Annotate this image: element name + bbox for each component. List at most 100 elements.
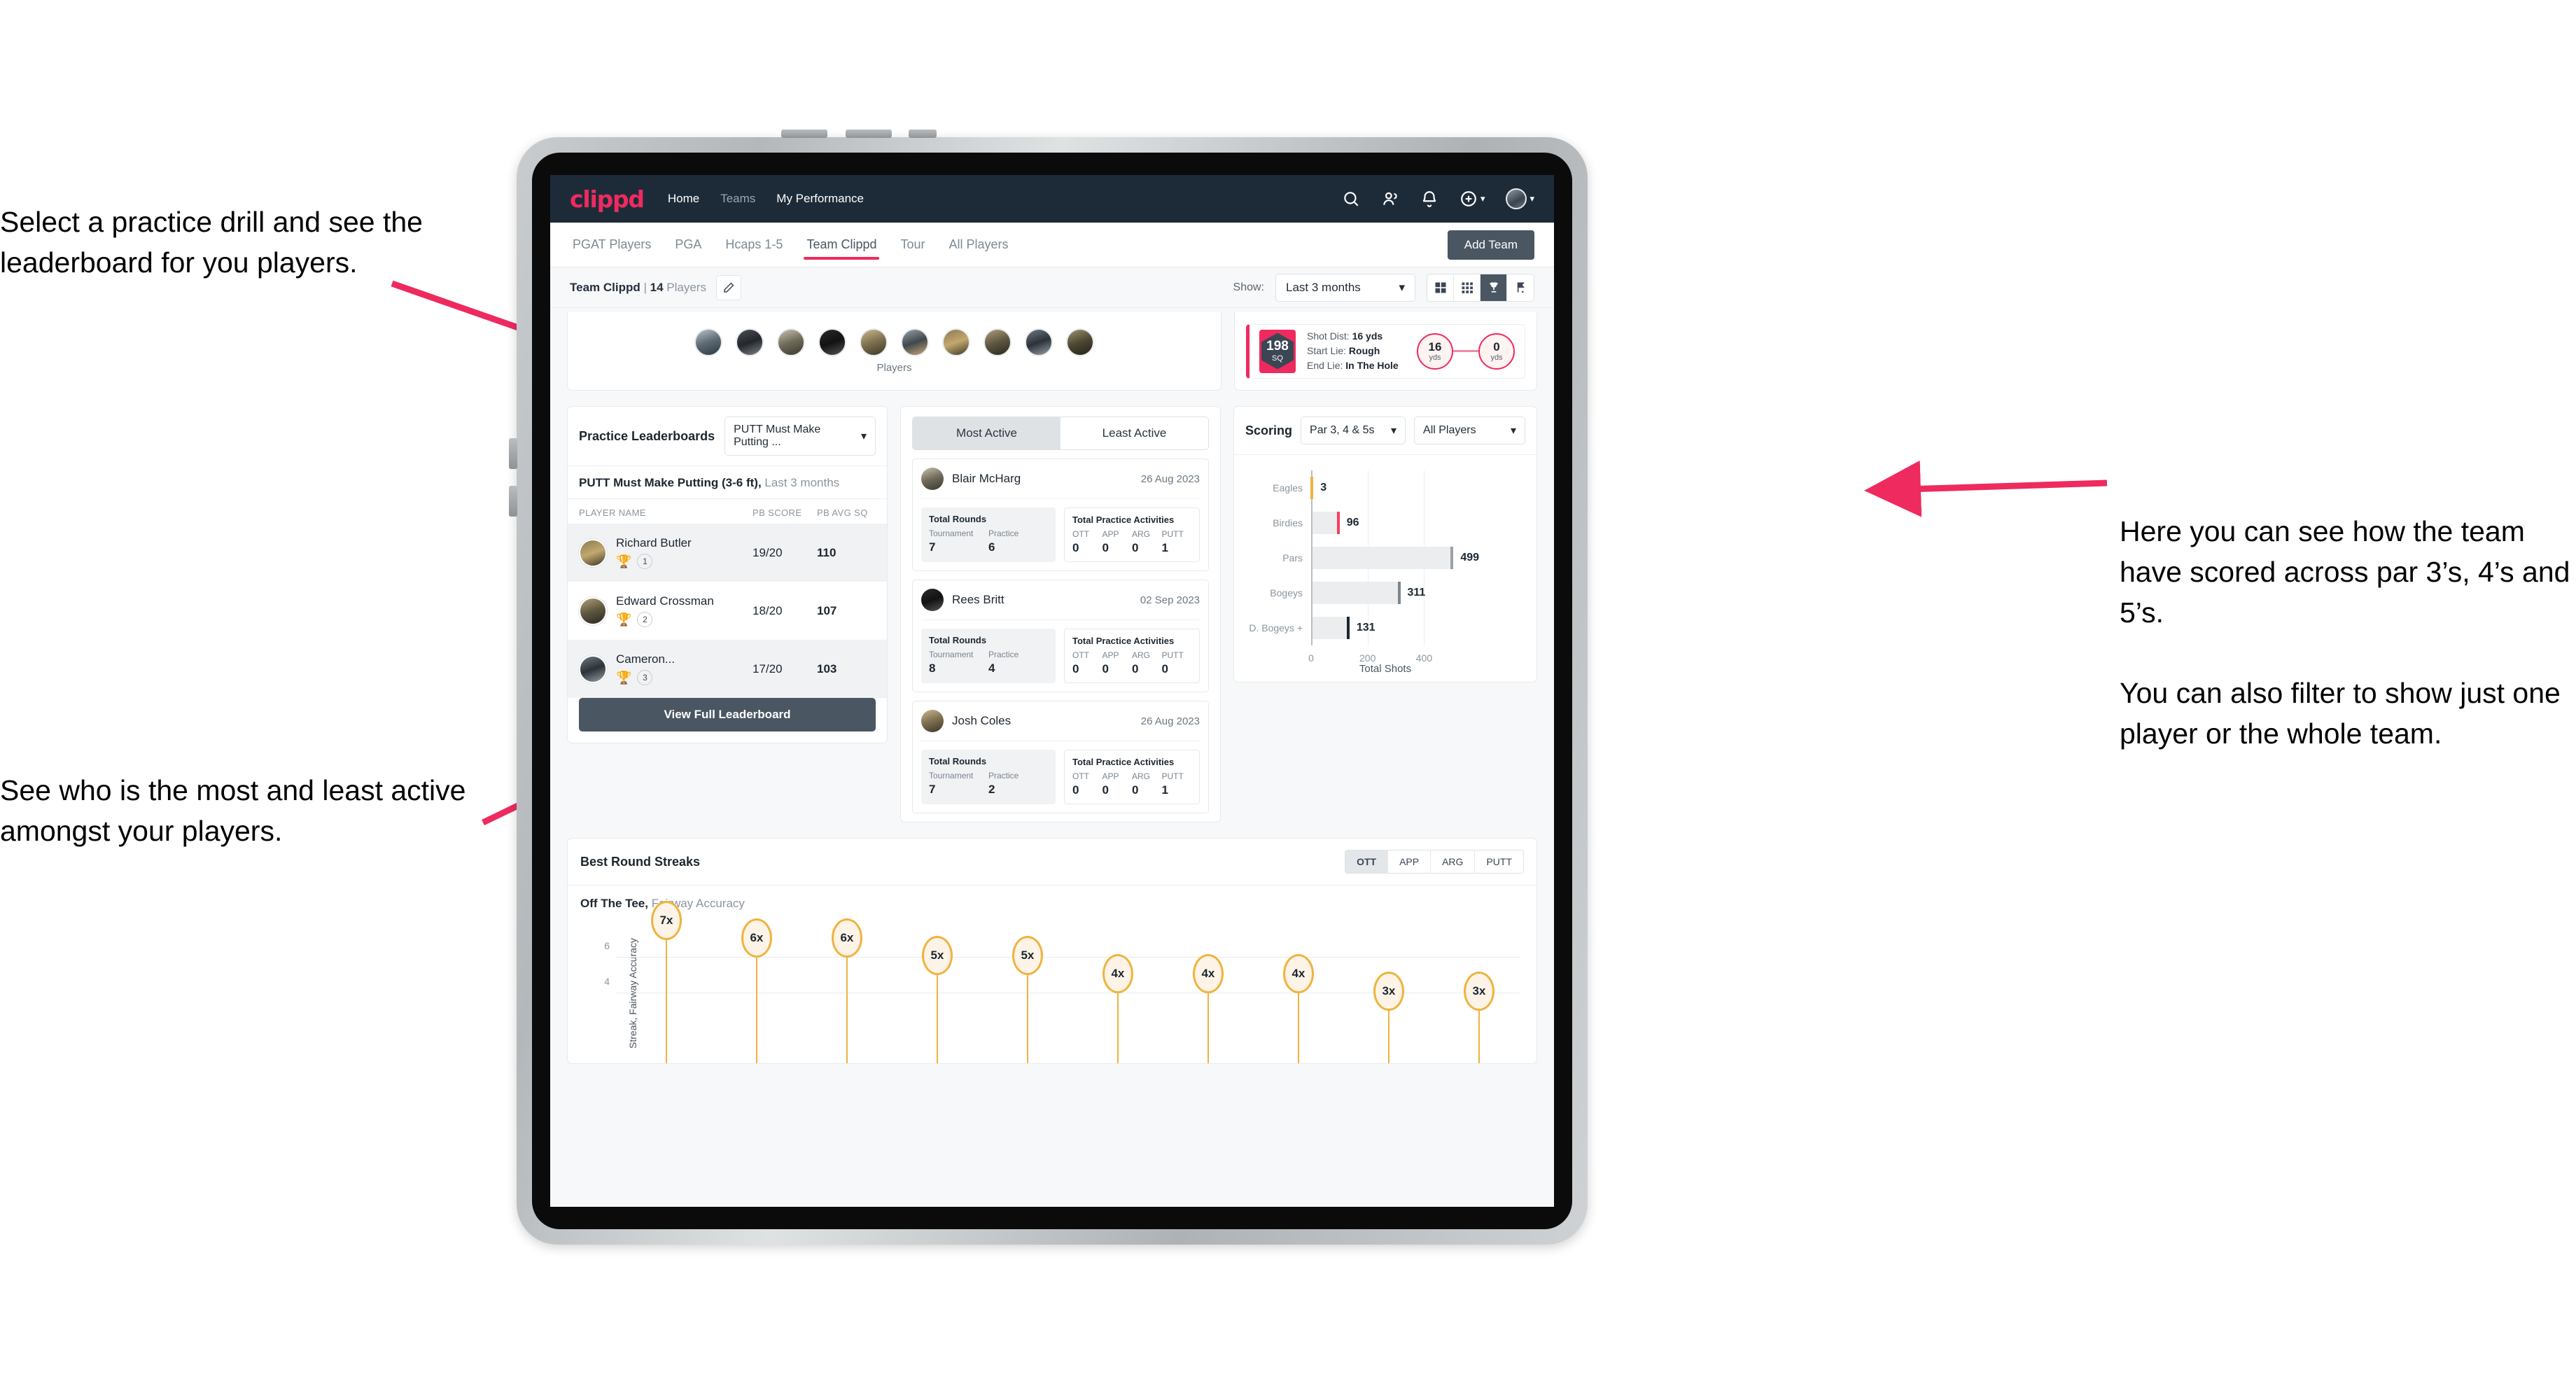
- bar-category-label: Bogeys: [1270, 587, 1303, 598]
- player-avatar: [579, 596, 607, 625]
- add-menu[interactable]: ▾: [1460, 190, 1485, 208]
- player-avatar[interactable]: [901, 328, 929, 356]
- streak-lollipop[interactable]: 6x: [741, 918, 772, 1063]
- activity-arg: ARG 0: [1132, 771, 1162, 797]
- leaderboard-row[interactable]: Richard Butler 🏆 1 19/20 110: [568, 524, 887, 582]
- rank-number: 1: [637, 554, 653, 569]
- end-distance-marker: 0 yds: [1478, 332, 1515, 370]
- tab-least-active[interactable]: Least Active: [1060, 417, 1208, 449]
- leaderboard-row[interactable]: Edward Crossman 🏆 2 18/20 107: [568, 582, 887, 640]
- streak-lollipop[interactable]: 6x: [831, 918, 862, 1063]
- player-avatar[interactable]: [860, 328, 888, 356]
- player-avatar[interactable]: [1066, 328, 1094, 356]
- activity-player-card[interactable]: Josh Coles 26 Aug 2023 Total Rounds Tournam…: [912, 701, 1209, 813]
- player-avatar[interactable]: [1025, 328, 1053, 356]
- device-button-top-3[interactable]: [909, 130, 937, 138]
- nav-link-my-performance[interactable]: My Performance: [776, 192, 864, 206]
- total-rounds-values: Tournament 7 Practice 2: [929, 771, 1048, 797]
- streak-tab-app[interactable]: APP: [1388, 850, 1432, 873]
- device-button-top-1[interactable]: [781, 130, 827, 138]
- scoring-plot-area: 0 200 400 Eagles 3 Birdies 96 Pars 499 Bogeys 311 D…: [1249, 470, 1479, 664]
- search-icon[interactable]: [1342, 190, 1360, 208]
- leaderboard-row[interactable]: Cameron... 🏆 3 17/20 103: [568, 640, 887, 698]
- profile-menu[interactable]: ▾: [1506, 188, 1534, 209]
- tab-tour[interactable]: Tour: [897, 230, 927, 259]
- device-button-top-2[interactable]: [846, 130, 892, 138]
- player-avatar[interactable]: [694, 328, 722, 356]
- leaderboard-drill-name: PUTT Must Make Putting (3-6 ft),: [579, 476, 762, 489]
- view-full-leaderboard-button[interactable]: View Full Leaderboard: [579, 698, 876, 732]
- activity-last-date: 02 Sep 2023: [1140, 594, 1200, 606]
- end-distance-unit: yds: [1490, 353, 1503, 362]
- player-avatar[interactable]: [983, 328, 1011, 356]
- total-rounds-title: Total Rounds: [929, 756, 987, 766]
- player-avatar[interactable]: [777, 328, 805, 356]
- rounds-practice-key: Practice: [988, 650, 1019, 659]
- people-icon[interactable]: [1381, 190, 1399, 208]
- drill-select[interactable]: PUTT Must Make Putting ... ▾: [724, 416, 876, 456]
- chevron-down-icon: ▾: [1399, 280, 1405, 294]
- rounds-practice-key: Practice: [988, 528, 1019, 538]
- chart-bar-cap: [1336, 512, 1340, 534]
- streak-lollipop[interactable]: 3x: [1463, 971, 1494, 1063]
- edit-team-button[interactable]: [715, 274, 741, 300]
- streak-tab-arg[interactable]: ARG: [1431, 850, 1476, 873]
- rounds-tournament: Tournament 7: [929, 771, 988, 797]
- show-period-select[interactable]: Last 3 months ▾: [1275, 273, 1415, 302]
- activity-putt-value: 0: [1161, 662, 1168, 676]
- tab-team-clippd[interactable]: Team Clippd: [804, 230, 880, 260]
- activity-app-key: APP: [1102, 771, 1119, 781]
- start-distance-marker: 16 yds: [1417, 332, 1453, 370]
- activity-putt-value: 1: [1161, 541, 1168, 554]
- streak-lollipop[interactable]: 5x: [921, 936, 953, 1063]
- par-select[interactable]: Par 3, 4 & 5s ▾: [1301, 416, 1406, 444]
- plus-circle-icon[interactable]: [1460, 190, 1478, 208]
- distance-connector: [1453, 350, 1478, 352]
- golf-flag-icon[interactable]: [1507, 274, 1534, 301]
- tab-most-active[interactable]: Most Active: [913, 417, 1060, 449]
- player-avatar[interactable]: [736, 328, 764, 356]
- grid-small-icon[interactable]: [1454, 274, 1480, 301]
- player-avatar[interactable]: [818, 328, 846, 356]
- activity-app-key: APP: [1102, 529, 1119, 539]
- activity-player-card[interactable]: Rees Britt 02 Sep 2023 Total Rounds Tournam…: [912, 580, 1209, 692]
- tab-pga[interactable]: PGA: [672, 230, 704, 259]
- avatar[interactable]: [1506, 188, 1527, 209]
- player-avatars: [694, 328, 1094, 356]
- activity-player-card[interactable]: Blair McHarg 26 Aug 2023 Total Rounds Tourn…: [912, 458, 1209, 571]
- player-filter-select[interactable]: All Players ▾: [1414, 416, 1525, 444]
- player-avatar[interactable]: [942, 328, 970, 356]
- streak-lollipop[interactable]: 4x: [1192, 953, 1224, 1063]
- leaderboard-pb-score: 19/20: [752, 545, 783, 559]
- streak-value-bubble: 5x: [921, 936, 953, 976]
- streak-lollipop[interactable]: 4x: [1102, 953, 1133, 1063]
- add-team-button[interactable]: Add Team: [1447, 230, 1534, 260]
- tab-all-players[interactable]: All Players: [946, 230, 1011, 259]
- clippd-logo[interactable]: clippd: [570, 186, 645, 213]
- nav-link-teams[interactable]: Teams: [720, 192, 755, 206]
- trophy-icon[interactable]: [1480, 274, 1507, 301]
- column-pb-score: PB SCORE: [752, 507, 802, 518]
- streak-lollipop[interactable]: 5x: [1011, 936, 1043, 1063]
- streak-tab-ott[interactable]: OTT: [1345, 850, 1389, 873]
- annotation-bottom-left-text: See who is the most and least active amo…: [0, 774, 466, 848]
- tab-pgat-players[interactable]: PGAT Players: [570, 230, 654, 259]
- streak-lollipop[interactable]: 7x: [650, 901, 682, 1063]
- rounds-practice: Practice 6: [988, 528, 1048, 554]
- bell-icon[interactable]: [1420, 190, 1438, 208]
- streak-lollipop[interactable]: 3x: [1373, 971, 1404, 1063]
- leaderboard-player-info: Richard Butler 🏆 1: [616, 536, 752, 569]
- tab-hcaps-1-5[interactable]: Hcaps 1-5: [722, 230, 785, 259]
- nav-link-home[interactable]: Home: [668, 192, 699, 206]
- device-button-side-2[interactable]: [509, 486, 517, 517]
- rounds-tournament-key: Tournament: [929, 650, 974, 659]
- streak-lollipop[interactable]: 4x: [1282, 953, 1314, 1063]
- grid-large-icon[interactable]: [1427, 274, 1454, 301]
- device-button-side-1[interactable]: [509, 438, 517, 469]
- streak-tab-putt[interactable]: PUTT: [1475, 850, 1523, 873]
- chart-bar-row: D. Bogeys + 131: [1249, 617, 1469, 639]
- tablet-device-frame: clippd Home Teams My Performance ▾ ▾ PGA…: [509, 130, 1588, 1245]
- leaderboard-subtitle: PUTT Must Make Putting (3-6 ft), Last 3 …: [568, 466, 887, 499]
- rounds-practice-value: 4: [988, 662, 995, 675]
- total-rounds-values: Tournament 8 Practice 4: [929, 650, 1048, 676]
